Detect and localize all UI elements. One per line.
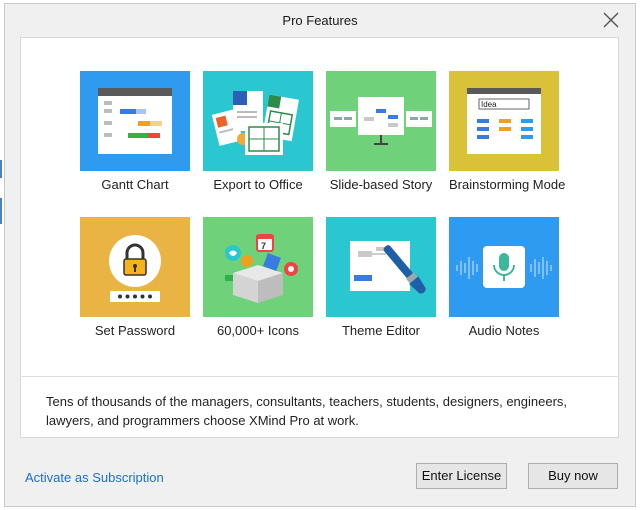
background-marker — [0, 198, 2, 224]
feature-label: Brainstorming Mode — [449, 177, 566, 192]
gantt-chart-icon — [80, 71, 190, 171]
pro-description: Tens of thousands of the managers, consu… — [46, 394, 568, 428]
feature-label: Gantt Chart — [101, 177, 169, 192]
feature-icons[interactable]: 7 60,000+ Icons — [203, 217, 315, 338]
slide-story-icon — [326, 71, 436, 171]
dialog-title: Pro Features — [282, 13, 358, 28]
icon-box-icon: 7 — [203, 217, 313, 317]
feature-theme-editor[interactable]: Theme Editor — [326, 217, 438, 338]
divider — [21, 376, 618, 377]
title-bar: Pro Features — [5, 4, 635, 36]
paintbrush-icon — [326, 217, 436, 317]
pro-features-dialog: Pro Features Gantt Chart Export to Offic… — [4, 3, 636, 507]
feature-slide-story[interactable]: Slide-based Story — [326, 71, 438, 192]
padlock-icon — [80, 217, 190, 317]
feature-brainstorming[interactable]: Idea Brainstorming Mode — [449, 71, 566, 192]
svg-text:7: 7 — [261, 241, 266, 251]
enter-license-button[interactable]: Enter License — [416, 463, 507, 489]
feature-export-office[interactable]: Export to Office — [203, 71, 315, 192]
idea-text: Idea — [481, 100, 497, 109]
feature-gantt-chart[interactable]: Gantt Chart — [80, 71, 192, 192]
buy-now-button[interactable]: Buy now — [528, 463, 618, 489]
activate-subscription-link[interactable]: Activate as Subscription — [25, 470, 164, 485]
feature-label: Audio Notes — [468, 323, 540, 338]
feature-label: Theme Editor — [341, 323, 421, 338]
feature-label: Set Password — [94, 323, 176, 338]
features-panel: Gantt Chart Export to Office Slide-based… — [20, 37, 619, 438]
feature-label: Export to Office — [213, 177, 303, 192]
close-icon — [603, 12, 619, 28]
feature-label: 60,000+ Icons — [216, 323, 300, 338]
feature-audio-notes[interactable]: Audio Notes — [449, 217, 561, 338]
brainstorm-icon: Idea — [449, 71, 559, 171]
background-marker — [0, 160, 2, 178]
close-button[interactable] — [601, 10, 621, 30]
feature-set-password[interactable]: Set Password — [80, 217, 192, 338]
microphone-icon — [449, 217, 559, 317]
feature-label: Slide-based Story — [329, 177, 433, 192]
export-office-icon — [203, 71, 313, 171]
